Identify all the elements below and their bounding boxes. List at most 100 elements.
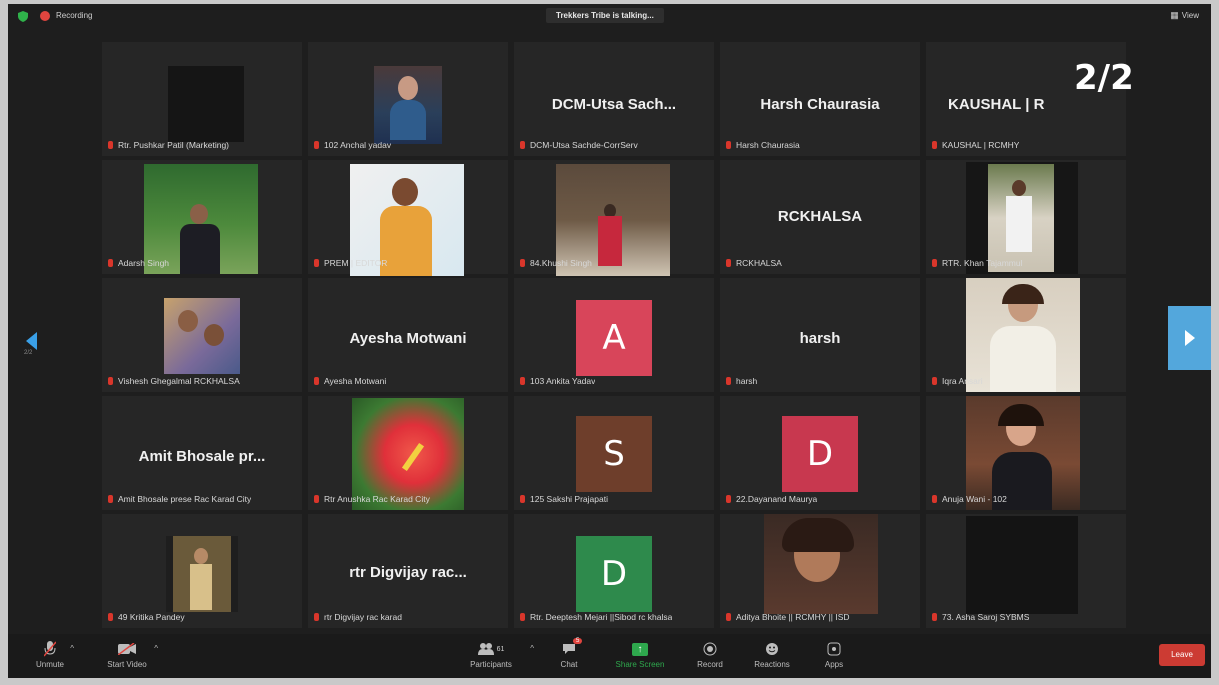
participant-tile[interactable]: RCKHALSA RCKHALSA bbox=[720, 160, 920, 274]
talking-banner: Trekkers Tribe is talking... bbox=[546, 8, 664, 23]
participant-video bbox=[764, 514, 878, 614]
start-video-button[interactable]: Start Video ^ bbox=[92, 640, 162, 669]
participant-video bbox=[966, 516, 1078, 614]
participant-name: RCKHALSA bbox=[736, 258, 782, 268]
mic-muted-icon bbox=[108, 259, 113, 267]
view-button[interactable]: ▦ View bbox=[1170, 10, 1199, 21]
unmute-button[interactable]: Unmute ^ bbox=[20, 640, 80, 669]
mic-muted-icon bbox=[520, 259, 525, 267]
zoom-window: Recording Trekkers Tribe is talking... ▦… bbox=[8, 4, 1211, 678]
participant-name: 103 Ankita Yadav bbox=[530, 376, 596, 386]
participant-video bbox=[966, 278, 1080, 392]
record-label: Record bbox=[697, 660, 723, 669]
participant-display-name: KAUSHAL | R bbox=[948, 96, 1045, 113]
participant-name: 22.Dayanand Maurya bbox=[736, 494, 818, 504]
participant-tile[interactable]: Harsh Chaurasia Harsh Chaurasia bbox=[720, 42, 920, 156]
participant-avatar: D bbox=[576, 536, 652, 612]
start-video-label: Start Video bbox=[107, 660, 147, 669]
participant-name: Vishesh Ghegalmal RCKHALSA bbox=[118, 376, 240, 386]
share-screen-button[interactable]: ↑ Share Screen bbox=[608, 640, 672, 669]
participant-tile[interactable]: D Rtr. Deeptesh Mejari ||Sibod rc khalsa bbox=[514, 514, 714, 628]
participant-tile[interactable]: Vishesh Ghegalmal RCKHALSA bbox=[102, 278, 302, 392]
participant-name: Rtr. Deeptesh Mejari ||Sibod rc khalsa bbox=[530, 612, 673, 622]
reactions-label: Reactions bbox=[754, 660, 790, 669]
apps-button[interactable]: Apps bbox=[804, 640, 864, 669]
video-off-icon bbox=[92, 640, 162, 658]
apps-label: Apps bbox=[824, 660, 844, 669]
participant-tile[interactable]: 102 Anchal yadav bbox=[308, 42, 508, 156]
participant-tile[interactable]: 49 Kritika Pandey bbox=[102, 514, 302, 628]
chevron-left-icon bbox=[26, 332, 37, 350]
mic-muted-icon bbox=[314, 259, 319, 267]
unmute-label: Unmute bbox=[35, 660, 64, 669]
participant-name: PREM | EDITOR bbox=[324, 258, 388, 268]
record-button[interactable]: Record bbox=[680, 640, 740, 669]
mic-muted-icon bbox=[726, 141, 731, 149]
view-label: View bbox=[1181, 11, 1199, 20]
reactions-button[interactable]: Reactions bbox=[742, 640, 802, 669]
chevron-up-icon[interactable]: ^ bbox=[70, 644, 74, 653]
participant-tile[interactable]: Rtr. Pushkar Patil (Marketing) bbox=[102, 42, 302, 156]
participant-name: 102 Anchal yadav bbox=[324, 140, 392, 150]
participant-name: Ayesha Motwani bbox=[324, 376, 387, 386]
participants-icon: 61 bbox=[456, 640, 526, 658]
mic-muted-icon bbox=[932, 377, 937, 385]
participant-tile[interactable]: RTR. Khan Tajammul bbox=[926, 160, 1126, 274]
smiley-icon bbox=[742, 640, 802, 658]
chevron-up-icon[interactable]: ^ bbox=[530, 644, 534, 653]
participant-display-name: Amit Bhosale pr... bbox=[138, 448, 266, 465]
chat-button[interactable]: 5 Chat bbox=[539, 638, 599, 669]
mic-muted-icon bbox=[932, 141, 937, 149]
participant-tile[interactable]: PREM | EDITOR bbox=[308, 160, 508, 276]
share-screen-icon: ↑ bbox=[632, 642, 648, 656]
mic-muted-icon bbox=[932, 495, 937, 503]
mic-muted-icon bbox=[520, 613, 525, 621]
participant-avatar: D bbox=[782, 416, 858, 492]
chevron-up-icon[interactable]: ^ bbox=[154, 644, 158, 653]
chat-label: Chat bbox=[560, 660, 578, 669]
participant-video bbox=[164, 298, 240, 374]
participant-name: Aditya Bhoite || RCMHY || ISD bbox=[736, 612, 850, 622]
participant-name: 84.Khushi Singh bbox=[530, 258, 592, 268]
participant-tile[interactable]: S 125 Sakshi Prajapati bbox=[514, 396, 714, 510]
mic-muted-icon bbox=[314, 377, 319, 385]
previous-page-button[interactable]: 2/2 bbox=[20, 326, 44, 366]
participant-tile[interactable]: 73. Asha Saroj SYBMS bbox=[926, 514, 1126, 628]
participant-name: 125 Sakshi Prajapati bbox=[530, 494, 608, 504]
participant-tile[interactable]: A 103 Ankita Yadav bbox=[514, 278, 714, 392]
participant-display-name: DCM-Utsa Sach... bbox=[551, 96, 677, 113]
participants-label: Participants bbox=[470, 660, 512, 669]
participant-tile[interactable]: rtr Digvijay rac... rtr Digvijay rac kar… bbox=[308, 514, 508, 628]
mic-muted-icon bbox=[932, 259, 937, 267]
grid-view-icon: ▦ bbox=[1170, 10, 1179, 20]
mic-muted-icon bbox=[520, 141, 525, 149]
participants-button[interactable]: 61 Participants ^ bbox=[456, 640, 534, 669]
record-icon bbox=[680, 640, 740, 658]
participant-tile[interactable]: Anuja Wani - 102 bbox=[926, 396, 1126, 510]
participants-count: 61 bbox=[496, 645, 505, 653]
participant-name: Iqra Ansari bbox=[942, 376, 983, 386]
participant-display-name: rtr Digvijay rac... bbox=[349, 564, 467, 581]
participant-name: harsh bbox=[736, 376, 758, 386]
participant-tile[interactable]: Iqra Ansari bbox=[926, 278, 1126, 392]
participant-tile[interactable]: Aditya Bhoite || RCMHY || ISD bbox=[720, 514, 920, 628]
mic-muted-icon bbox=[314, 495, 319, 503]
participant-tile[interactable]: Rtr Anushka Rac Karad City bbox=[308, 396, 508, 510]
participant-display-name: RCKHALSA bbox=[777, 208, 863, 225]
participant-tile[interactable]: Amit Bhosale pr... Amit Bhosale prese Ra… bbox=[102, 396, 302, 510]
participant-name: rtr Digvijay rac karad bbox=[324, 612, 402, 622]
participant-tile[interactable]: Ayesha Motwani Ayesha Motwani bbox=[308, 278, 508, 392]
participant-display-name: harsh bbox=[799, 330, 841, 347]
next-page-button[interactable] bbox=[1168, 306, 1211, 370]
participant-tile[interactable]: D 22.Dayanand Maurya bbox=[720, 396, 920, 510]
participant-tile[interactable]: 84.Khushi Singh bbox=[514, 160, 714, 276]
chat-icon bbox=[539, 640, 599, 658]
security-shield-icon[interactable] bbox=[18, 11, 28, 22]
participant-tile[interactable]: harsh harsh bbox=[720, 278, 920, 392]
leave-button[interactable]: Leave bbox=[1159, 644, 1205, 666]
participant-video bbox=[374, 66, 442, 144]
participant-tile[interactable]: DCM-Utsa Sach... DCM-Utsa Sachde-CorrSer… bbox=[514, 42, 714, 156]
participant-tile[interactable]: Adarsh Singh bbox=[102, 160, 302, 274]
chat-unread-badge: 5 bbox=[573, 638, 583, 644]
participant-name: DCM-Utsa Sachde-CorrServ bbox=[530, 140, 638, 150]
